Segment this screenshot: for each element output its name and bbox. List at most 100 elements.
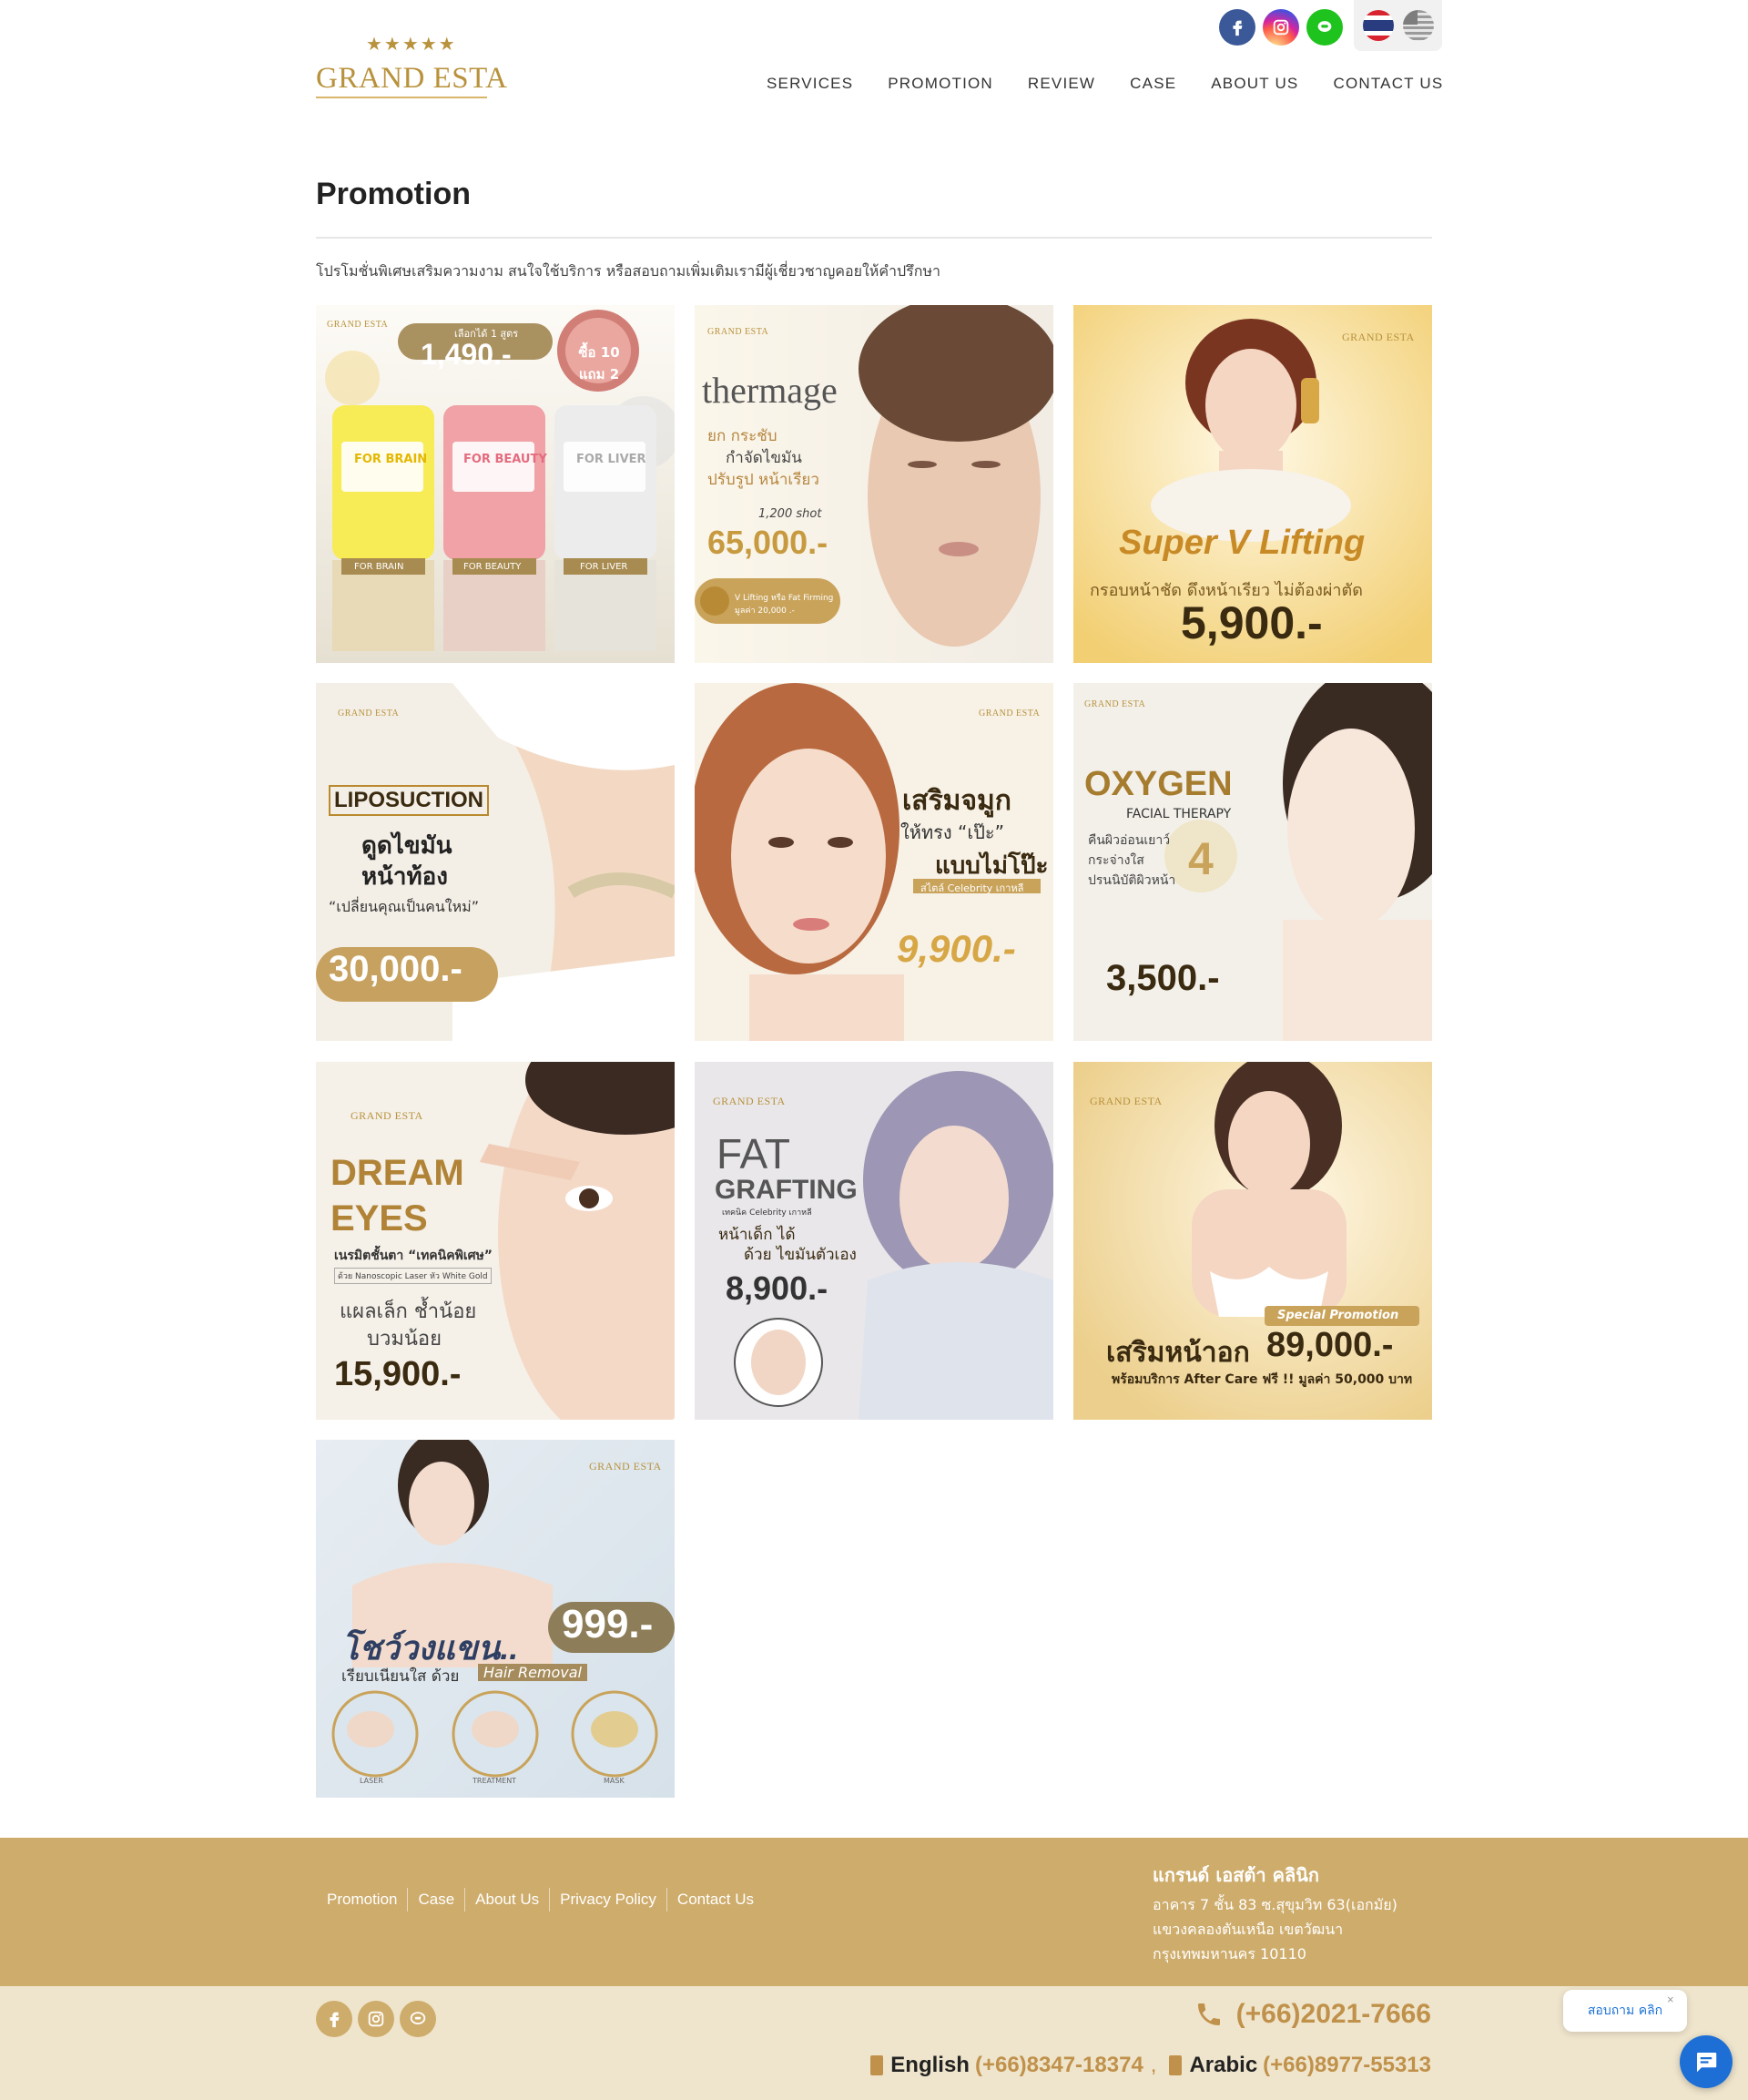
footer-link-about-us[interactable]: About Us <box>465 1888 551 1911</box>
promo-headline-2: EYES <box>330 1198 428 1239</box>
promo-brand: GRAND ESTA <box>713 1095 786 1107</box>
us-flag-icon[interactable] <box>1402 10 1434 41</box>
promo-badge: V Lifting หรือ Fat Firming มูลค่า 20,000… <box>735 594 834 616</box>
promo-brand: GRAND ESTA <box>1342 331 1415 343</box>
promo-brand: GRAND ESTA <box>351 1109 423 1122</box>
nav-services[interactable]: SERVICES <box>767 75 853 93</box>
promo-line: กำจัดไขมัน <box>726 449 802 467</box>
footer-link-case[interactable]: Case <box>408 1888 466 1911</box>
chat-close-icon[interactable]: × <box>1667 1993 1674 2006</box>
promo-shots: 1,200 shot <box>758 507 822 521</box>
promo-headline: OXYGEN <box>1084 765 1233 803</box>
thai-flag-icon[interactable] <box>1362 10 1394 41</box>
promo-brand: GRAND ESTA <box>1090 1095 1163 1107</box>
page-intro: โปรโมชั่นพิเศษเสริมความงาม สนใจใช้บริการ… <box>316 262 940 280</box>
mobile-icon <box>1169 2055 1183 2075</box>
promo-card-hair-removal[interactable]: GRAND ESTA 999.- โชว์วงแขน.. เรียบเนียนใ… <box>316 1440 675 1798</box>
promo-price: 1,490.- <box>421 338 512 371</box>
promo-count: 4 <box>1188 833 1214 884</box>
english-phone[interactable]: (+66)8347-18374 <box>975 2053 1143 2078</box>
promo-card-dream-eyes[interactable]: GRAND ESTA DREAM EYES เนรมิตชั้นตา “เทคน… <box>316 1062 675 1420</box>
footer-top <box>0 1838 1748 1986</box>
promo-card-thermage[interactable]: GRAND ESTA thermage ยก กระชับ กำจัดไขมัน… <box>695 305 1053 663</box>
footer-link-privacy-policy[interactable]: Privacy Policy <box>550 1888 667 1911</box>
promo-headline: เสริมหน้าอก <box>1106 1338 1250 1368</box>
promo-line: กระจ่างใส <box>1088 853 1144 868</box>
promo-line: บวมน้อย <box>367 1328 442 1351</box>
promo-price: 89,000.- <box>1266 1326 1394 1364</box>
promo-brand: GRAND ESTA <box>1084 699 1146 709</box>
main-nav: SERVICES PROMOTION REVIEW CASE ABOUT US … <box>767 75 1443 93</box>
main-phone[interactable]: (+66)2021-7666 <box>1194 1999 1431 2030</box>
promo-headline: เสริมจมูก <box>902 786 1011 816</box>
chat-launcher-button[interactable] <box>1680 2035 1733 2088</box>
promo-headline: FAT <box>716 1130 790 1177</box>
promo-price: 9,900.- <box>897 927 1016 970</box>
promo-card-boost-up[interactable]: GRAND ESTA เลือกได้ 1 สูตร 1,490.- ซื้อ … <box>316 305 675 663</box>
address-line: แขวงคลองตันเหนือ เขตวัฒนา <box>1153 1921 1344 1938</box>
promo-line: FACIAL THERAPY <box>1126 807 1232 821</box>
promo-line: พร้อมบริการ After Care ฟรี !! มูลค่า 50,… <box>1112 1372 1413 1387</box>
promo-headline: thermage <box>702 370 838 411</box>
promo-line: เทคนิค Celebrity เกาหลี <box>722 1208 812 1218</box>
phone-icon <box>1197 2003 1220 2025</box>
address-line: กรุงเทพมหานคร 10110 <box>1153 1945 1306 1962</box>
nav-case[interactable]: CASE <box>1130 75 1176 93</box>
arabic-label: Arabic <box>1189 2053 1258 2077</box>
footer-bottom <box>0 1986 1748 2100</box>
promo-card-fat-grafting[interactable]: GRAND ESTA FAT GRAFTING เทคนิค Celebrity… <box>695 1062 1053 1420</box>
mobile-icon <box>870 2055 884 2075</box>
promo-line: สไตล์ Celebrity เกาหลี <box>920 882 1024 894</box>
promo-card-breast-augmentation[interactable]: GRAND ESTA Special Promotion เสริมหน้าอก… <box>1073 1062 1432 1420</box>
address-line: อาคาร 7 ชั้น 83 ซ.สุขุมวิท 63(เอกมัย) <box>1153 1896 1397 1913</box>
promo-price: 5,900.- <box>1181 597 1323 648</box>
logo-text: GRAND ESTA <box>316 62 508 95</box>
instagram-icon[interactable] <box>358 2001 394 2037</box>
facebook-icon[interactable] <box>316 2001 352 2037</box>
title-divider <box>316 237 1432 239</box>
nav-contact-us[interactable]: CONTACT US <box>1333 75 1443 93</box>
grand-esta-logo[interactable]: ★★★★★ GRAND ESTA <box>316 33 507 100</box>
language-phones: English (+66)8347-18374 , Arabic (+66)89… <box>865 2053 1431 2078</box>
promo-tag-footer: FOR BRAIN <box>354 562 404 572</box>
instagram-icon[interactable] <box>1263 9 1299 46</box>
promo-brand: GRAND ESTA <box>327 320 389 330</box>
promo-headline: Super V Lifting <box>1119 524 1366 562</box>
promo-card-liposuction[interactable]: GRAND ESTA LIPOSUCTION ดูดไขมัน หน้าท้อง… <box>316 683 675 1041</box>
footer-link-contact-us[interactable]: Contact Us <box>667 1888 764 1911</box>
promo-line: หน้าท้อง <box>361 863 448 891</box>
promo-line: ปรับรูป หน้าเรียว <box>707 471 819 489</box>
logo-stars: ★★★★★ <box>366 33 457 55</box>
footer-links: Promotion Case About Us Privacy Policy C… <box>317 1888 764 1911</box>
promo-step: MASK <box>604 1777 625 1785</box>
promo-headline: LIPOSUCTION <box>329 785 490 816</box>
promo-price: 8,900.- <box>726 1269 828 1307</box>
promo-price: 30,000.- <box>329 949 462 989</box>
promo-step: LASER <box>360 1777 383 1785</box>
promo-tag-footer: FOR BEAUTY <box>463 562 522 572</box>
promo-headline-2: GRAFTING <box>715 1175 858 1205</box>
site-header: ★★★★★ GRAND ESTA SERVICES PROMOTION REVI… <box>0 0 1748 127</box>
line-icon[interactable] <box>1306 9 1343 46</box>
line-icon[interactable] <box>400 2001 436 2037</box>
nav-about-us[interactable]: ABOUT US <box>1211 75 1298 93</box>
promo-line: ด้วย ไขมันตัวเอง <box>744 1246 857 1264</box>
promo-price: 15,900.- <box>334 1355 462 1393</box>
promo-brand: GRAND ESTA <box>338 708 400 719</box>
nav-review[interactable]: REVIEW <box>1028 75 1095 93</box>
promo-line: คืนผิวอ่อนเยาว์ <box>1088 833 1171 848</box>
facebook-icon[interactable] <box>1219 9 1255 46</box>
promo-line: ให้ทรง “เป๊ะ” <box>900 821 1004 843</box>
promo-card-rhinoplasty[interactable]: GRAND ESTA เสริมจมูก ให้ทรง “เป๊ะ” แบบไม… <box>695 683 1053 1041</box>
promo-line: ด้วย Nanoscopic Laser หัว White Gold <box>334 1268 492 1284</box>
promo-brand: GRAND ESTA <box>979 708 1041 719</box>
promo-card-oxygen-facial[interactable]: GRAND ESTA OXYGEN FACIAL THERAPY คืนผิวอ… <box>1073 683 1432 1041</box>
promo-line: ปรนนิบัติผิวหน้า <box>1088 873 1176 888</box>
arabic-phone[interactable]: (+66)8977-55313 <box>1263 2053 1431 2078</box>
footer-link-promotion[interactable]: Promotion <box>317 1888 409 1911</box>
promo-price: 65,000.- <box>707 524 828 561</box>
nav-promotion[interactable]: PROMOTION <box>888 75 993 93</box>
promo-line: เรียบเนียนใส ด้วย <box>341 1667 460 1686</box>
promo-line: แบบไม่โป๊ะ <box>935 852 1049 880</box>
promo-card-super-v-lifting[interactable]: GRAND ESTA Super V Lifting กรอบหน้าชัด ด… <box>1073 305 1432 663</box>
